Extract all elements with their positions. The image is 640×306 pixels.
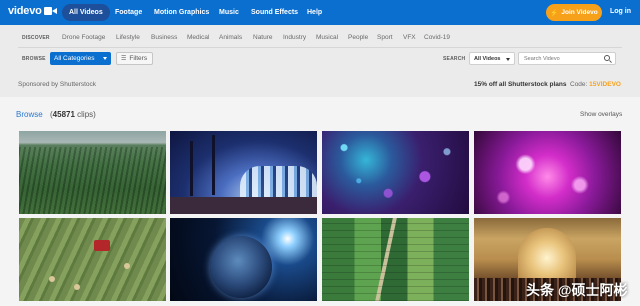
filters-label: Filters xyxy=(129,55,148,62)
promo-code-label: Code: xyxy=(570,81,588,88)
video-thumbnail-farm-fields[interactable] xyxy=(322,218,469,301)
search-icon[interactable] xyxy=(604,55,610,61)
chevron-down-icon xyxy=(103,57,107,60)
category-sport[interactable]: Sport xyxy=(377,34,393,41)
hay-bale xyxy=(74,284,80,290)
video-type-label: All Videos xyxy=(474,55,501,62)
browse-label: BROWSE xyxy=(22,56,46,62)
category-musical[interactable]: Musical xyxy=(316,34,338,41)
nav-footage[interactable]: Footage xyxy=(115,4,142,21)
logo-text: videvo xyxy=(8,5,42,17)
palm-tree xyxy=(212,135,215,195)
video-thumbnail-night-street[interactable] xyxy=(170,131,317,214)
promo-code: Code: 15VIDEVO xyxy=(570,81,621,88)
palm-tree xyxy=(190,141,193,196)
video-thumbnail-purple-particles[interactable] xyxy=(322,131,469,214)
chevron-down-icon xyxy=(506,58,510,61)
category-vfx[interactable]: VFX xyxy=(403,34,416,41)
category-nature[interactable]: Nature xyxy=(253,34,273,41)
sponsored-text: Sponsored by Shutterstock xyxy=(18,81,97,88)
search-input[interactable] xyxy=(518,52,616,65)
clip-count: (45871 clips) xyxy=(50,110,96,119)
hay-bale xyxy=(124,263,130,269)
tractor xyxy=(94,240,110,251)
bolt-icon: ⚡ xyxy=(550,9,559,17)
nav-motion-graphics[interactable]: Motion Graphics xyxy=(154,4,209,21)
category-people[interactable]: People xyxy=(348,34,368,41)
category-animals[interactable]: Animals xyxy=(219,34,242,41)
street xyxy=(170,197,317,214)
earth-globe xyxy=(210,236,272,298)
arched-window xyxy=(518,228,576,278)
nav-help[interactable]: Help xyxy=(307,4,322,21)
discover-label: DISCOVER xyxy=(22,35,50,41)
category-business[interactable]: Business xyxy=(151,34,177,41)
clip-count-number: 45871 xyxy=(52,110,75,119)
shutterstock-promo-link[interactable]: 15% off all Shutterstock plans xyxy=(474,81,566,88)
category-covid-19[interactable]: Covid-19 xyxy=(424,34,450,41)
road xyxy=(375,218,397,301)
video-thumbnail-tractor-field[interactable] xyxy=(19,218,166,301)
join-videvo-button[interactable]: ⚡ Join Videvo xyxy=(546,4,602,21)
login-link[interactable]: Log in xyxy=(610,8,631,15)
video-type-dropdown[interactable]: All Videos xyxy=(469,52,515,65)
search-label: SEARCH xyxy=(443,56,466,62)
top-navigation-bar: videvo All Videos Footage Motion Graphic… xyxy=(0,0,640,25)
video-thumbnail-earth[interactable] xyxy=(170,218,317,301)
video-thumbnail-forest[interactable] xyxy=(19,131,166,214)
video-thumbnail-pink-bokeh[interactable] xyxy=(474,131,621,214)
sliders-icon: ☰ xyxy=(121,56,127,62)
category-industry[interactable]: Industry xyxy=(283,34,306,41)
nav-sound-effects[interactable]: Sound Effects xyxy=(251,4,298,21)
nav-music[interactable]: Music xyxy=(219,4,239,21)
hay-bale xyxy=(49,276,55,282)
browse-breadcrumb-link[interactable]: Browse xyxy=(16,110,43,119)
watermark: 头条 @硕士阿彬 xyxy=(526,282,628,298)
promo-code-value: 15VIDEVO xyxy=(589,81,621,88)
all-categories-dropdown[interactable]: All Categories xyxy=(50,52,111,65)
divider xyxy=(18,47,622,48)
nav-all-videos[interactable]: All Videos xyxy=(62,4,110,21)
videvo-logo[interactable]: videvo xyxy=(8,5,57,17)
lit-arches xyxy=(240,166,317,201)
filters-button[interactable]: ☰ Filters xyxy=(116,52,153,65)
join-label: Join Videvo xyxy=(561,9,598,16)
category-medical[interactable]: Medical xyxy=(187,34,209,41)
category-drone-footage[interactable]: Drone Footage xyxy=(62,34,105,41)
category-lifestyle[interactable]: Lifestyle xyxy=(116,34,140,41)
all-categories-label: All Categories xyxy=(54,55,95,62)
show-overlays-toggle[interactable]: Show overlays xyxy=(580,111,622,118)
camera-icon xyxy=(43,6,57,16)
